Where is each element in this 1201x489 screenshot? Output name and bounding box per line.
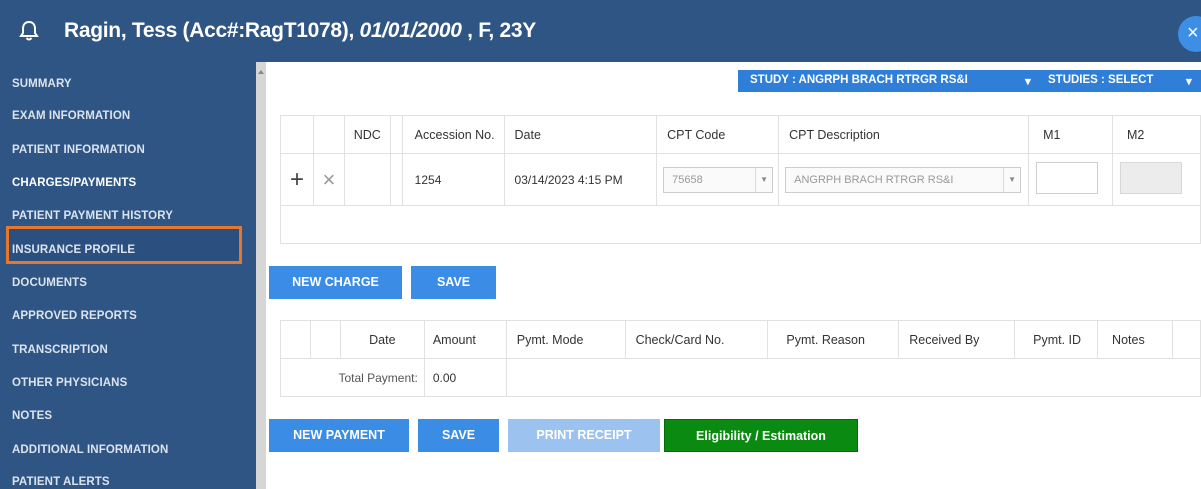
eligibility-estimation-button[interactable]: Eligibility / Estimation [664, 419, 858, 452]
charges-table: NDC Accession No. Date CPT Code CPT Desc… [280, 115, 1201, 244]
scroll-up-icon[interactable] [258, 70, 264, 74]
sidebar-item-patient-alerts[interactable]: PATIENT ALERTS [12, 476, 110, 488]
date-value[interactable]: 03/14/2023 4:15 PM [503, 153, 658, 206]
m1-cell [1028, 153, 1113, 206]
payments-table: Date Amount Pymt. Mode Check/Card No. Py… [280, 320, 1201, 397]
cpt-code-cell: 75658 ▼ [656, 153, 780, 206]
col-ndc: NDC [343, 115, 391, 154]
sidebar-item-charges-payments[interactable]: CHARGES/PAYMENTS [12, 177, 136, 189]
close-button[interactable]: × [1178, 16, 1201, 52]
header-cell-blank [280, 320, 311, 359]
header-cell-blank [1171, 320, 1201, 359]
sidebar-item-additional-information[interactable]: ADDITIONAL INFORMATION [12, 444, 168, 456]
col-pymt-reason: Pymt. Reason [767, 320, 900, 359]
study-bar: STUDY : ANGRPH BRACH RTRGR RS&I ▾ STUDIE… [738, 70, 1201, 92]
total-row-filler [505, 358, 1201, 397]
col-pymt-id: Pymt. ID [1014, 320, 1099, 359]
col-check-card: Check/Card No. [624, 320, 769, 359]
new-payment-button[interactable]: NEW PAYMENT [269, 419, 409, 452]
sidebar: SUMMARY EXAM INFORMATION PATIENT INFORMA… [0, 62, 256, 489]
sidebar-item-patient-payment-history[interactable]: PATIENT PAYMENT HISTORY [12, 210, 173, 222]
add-icon[interactable]: + [280, 153, 314, 206]
chevron-down-icon[interactable]: ▼ [755, 167, 772, 192]
col-notes: Notes [1097, 320, 1173, 359]
chevron-down-icon[interactable]: ▼ [1003, 167, 1020, 192]
col-date: Date [503, 115, 658, 154]
sidebar-item-notes[interactable]: NOTES [12, 410, 52, 422]
new-charge-button[interactable]: NEW CHARGE [269, 266, 402, 299]
patient-title: Ragin, Tess (Acc#:RagT1078), 01/01/2000 … [64, 19, 536, 43]
sidebar-item-documents[interactable]: DOCUMENTS [12, 277, 87, 289]
sidebar-item-approved-reports[interactable]: APPROVED REPORTS [12, 310, 137, 322]
empty-row-cell [280, 205, 1201, 244]
col-pymt-date: Date [339, 320, 425, 359]
sidebar-item-transcription[interactable]: TRANSCRIPTION [12, 344, 108, 356]
header-cell-blank [280, 115, 314, 154]
col-m1: M1 [1028, 115, 1113, 154]
header-cell-blank [309, 320, 341, 359]
m2-input[interactable] [1119, 162, 1182, 194]
col-cpt-description: CPT Description [778, 115, 1030, 154]
col-pymt-mode: Pymt. Mode [505, 320, 626, 359]
header-cell-blank [312, 115, 345, 154]
save-charge-button[interactable]: SAVE [411, 266, 496, 299]
cpt-code-dropdown[interactable]: 75658 ▼ [663, 166, 774, 193]
sidebar-item-other-physicians[interactable]: OTHER PHYSICIANS [12, 377, 127, 389]
studies-dropdown-icon[interactable]: ▾ [1186, 74, 1192, 88]
sidebar-scrollbar[interactable] [256, 62, 266, 489]
patient-dob: 01/01/2000 [359, 19, 462, 42]
close-icon: × [1187, 22, 1199, 44]
col-accession: Accession No. [401, 115, 505, 154]
bell-icon[interactable] [18, 20, 40, 42]
total-row: Total Payment: 0.00 [280, 358, 1201, 397]
empty-row [280, 205, 1201, 244]
sidebar-item-summary[interactable]: SUMMARY [12, 78, 72, 90]
col-m2: M2 [1111, 115, 1201, 154]
cpt-code-value: 75658 [672, 173, 703, 186]
patient-header: Ragin, Tess (Acc#:RagT1078), 01/01/2000 … [0, 0, 1201, 62]
study-dropdown-icon[interactable]: ▾ [1025, 74, 1031, 88]
m2-cell [1111, 153, 1201, 206]
total-payment-label: Total Payment: [280, 358, 425, 397]
m1-input[interactable] [1036, 162, 1099, 194]
row-cell-blank [389, 153, 403, 206]
charges-header-row: NDC Accession No. Date CPT Code CPT Desc… [280, 115, 1201, 154]
ndc-cell[interactable] [343, 153, 391, 206]
payments-header-row: Date Amount Pymt. Mode Check/Card No. Py… [280, 320, 1201, 359]
sidebar-item-exam-information[interactable]: EXAM INFORMATION [12, 110, 130, 122]
remove-icon[interactable]: × [312, 153, 345, 206]
save-payment-button[interactable]: SAVE [418, 419, 499, 452]
patient-sex-age: , F, 23Y [461, 19, 536, 42]
col-amount: Amount [423, 320, 507, 359]
studies-selector[interactable]: STUDIES : SELECT [1048, 74, 1153, 86]
col-received-by: Received By [898, 320, 1016, 359]
print-receipt-button[interactable]: PRINT RECEIPT [508, 419, 660, 452]
patient-name-text: Ragin, Tess (Acc#:RagT1078), [64, 19, 360, 42]
cpt-description-value: ANGRPH BRACH RTRGR RS&I [794, 173, 954, 186]
cpt-description-cell: ANGRPH BRACH RTRGR RS&I ▼ [778, 153, 1030, 206]
sidebar-item-insurance-profile[interactable]: INSURANCE PROFILE [12, 244, 135, 256]
study-selector[interactable]: STUDY : ANGRPH BRACH RTRGR RS&I [750, 74, 968, 86]
total-payment-value: 0.00 [423, 358, 507, 397]
header-cell-blank [389, 115, 403, 154]
accession-value: 1254 [401, 153, 505, 206]
table-row: + × 1254 03/14/2023 4:15 PM 75658 ▼ ANGRP… [280, 153, 1201, 206]
sidebar-item-patient-information[interactable]: PATIENT INFORMATION [12, 144, 145, 156]
col-cpt-code: CPT Code [656, 115, 780, 154]
cpt-description-dropdown[interactable]: ANGRPH BRACH RTRGR RS&I ▼ [785, 166, 1022, 193]
